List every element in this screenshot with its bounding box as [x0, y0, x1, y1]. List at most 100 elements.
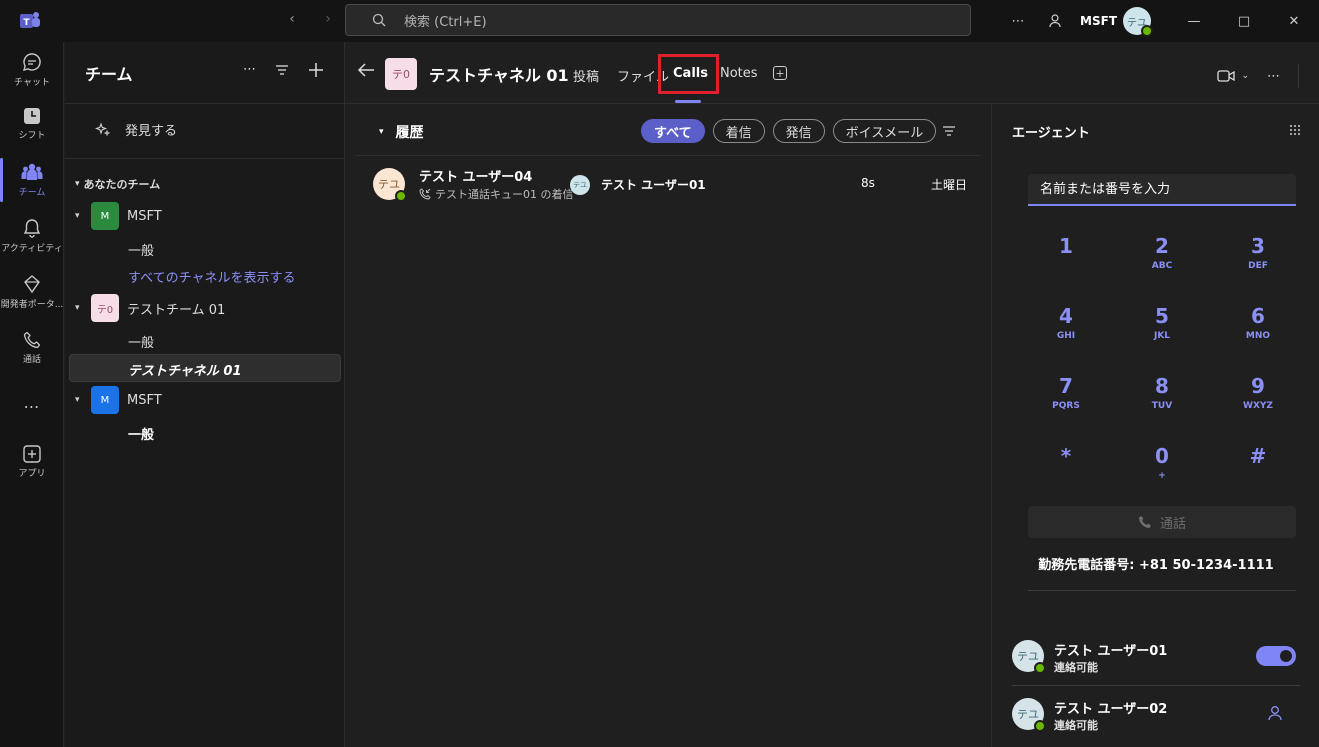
dialpad-icon[interactable]: [1289, 124, 1301, 136]
history-toggle[interactable]: ▾ 履歴: [379, 122, 424, 142]
phone-icon: [23, 331, 41, 349]
presence-available-icon: [1141, 25, 1153, 37]
dial-key-2[interactable]: 2 ABC: [1132, 234, 1192, 290]
org-name: MSFT: [1080, 14, 1117, 28]
rail-item-activity[interactable]: アクティビティ: [0, 210, 64, 262]
filter-icon[interactable]: [941, 124, 957, 138]
teams-more-icon[interactable]: ⋯: [243, 62, 256, 78]
rail-item-chat[interactable]: チャット: [0, 44, 64, 96]
dial-key-0[interactable]: 0 +: [1132, 444, 1192, 500]
tab-posts[interactable]: 投稿: [573, 66, 599, 85]
call-history-row[interactable]: テユ テスト ユーザー04 テスト通話キュー01 の着信 テユ テスト ユーザー…: [355, 156, 981, 208]
tab-notes[interactable]: Notes: [720, 66, 758, 81]
clock-icon: [24, 108, 40, 124]
dial-key-hash[interactable]: #: [1228, 444, 1288, 500]
agent-name: テスト ユーザー02: [1054, 702, 1168, 717]
key-digit: 3: [1251, 234, 1265, 258]
search-input[interactable]: 検索 (Ctrl+E): [345, 4, 971, 36]
forward-nav-icon[interactable]: ›: [318, 11, 338, 27]
dial-key-8[interactable]: 8 TUV: [1132, 374, 1192, 430]
add-tab-icon[interactable]: +: [773, 66, 787, 80]
team-name: テストチーム 01: [127, 302, 226, 318]
filter-outgoing[interactable]: 発信: [772, 119, 825, 143]
key-digit: 4: [1059, 304, 1073, 328]
agent-item: テユ テスト ユーザー01 連絡可能: [1012, 628, 1300, 684]
caret-down-icon: ▾: [379, 127, 384, 137]
key-digit: 7: [1059, 374, 1073, 398]
search-placeholder: 検索 (Ctrl+E): [404, 14, 487, 30]
dial-key-7[interactable]: 7 PQRS: [1036, 374, 1096, 430]
rail-item-calls[interactable]: 通話: [0, 322, 64, 374]
channel-title: テストチャネル 01: [429, 66, 569, 85]
dial-key-1[interactable]: 1: [1036, 234, 1096, 290]
rail-item-developer-portal[interactable]: 開発者ポータ...: [0, 266, 64, 318]
caret-down-icon: ▾: [75, 303, 80, 313]
your-teams-section[interactable]: ▾ あなたのチーム: [75, 176, 160, 192]
header-more-icon[interactable]: ⋯: [1267, 69, 1280, 84]
call-history: ▾ 履歴 すべて 着信 発信 ボイスメール テユ テスト ユーザー04 テスト通…: [355, 104, 981, 747]
channel-item[interactable]: 一般: [128, 240, 154, 259]
caret-down-icon: ▾: [75, 179, 80, 189]
filter-incoming[interactable]: 着信: [712, 119, 765, 143]
rail-label: シフト: [18, 131, 46, 141]
caller-initials: テユ: [378, 178, 400, 191]
video-call-button[interactable]: ⌄: [1217, 69, 1249, 83]
key-digit: 6: [1251, 304, 1265, 328]
rail-label: 開発者ポータ...: [0, 300, 64, 310]
add-app-icon: [23, 445, 41, 463]
key-letters: DEF: [1248, 261, 1268, 271]
filter-icon[interactable]: [274, 62, 290, 78]
rail-more-icon[interactable]: ⋯: [0, 380, 64, 432]
dial-key-6[interactable]: 6 MNO: [1228, 304, 1288, 360]
key-digit: *: [1060, 444, 1072, 468]
dial-key-4[interactable]: 4 GHI: [1036, 304, 1096, 360]
key-digit: 9: [1251, 374, 1265, 398]
agent-initials: テユ: [1017, 708, 1039, 721]
key-digit: #: [1249, 444, 1267, 468]
portal-icon: [24, 275, 40, 294]
show-all-channels-link[interactable]: すべてのチャネルを表示する: [128, 267, 295, 286]
people-icon[interactable]: [1042, 13, 1070, 29]
team-item-test-team-01[interactable]: ▾ テ0 テストチーム 01: [75, 294, 225, 322]
rail-item-teams[interactable]: チーム: [0, 154, 64, 206]
dial-key-5[interactable]: 5 JKL: [1132, 304, 1192, 360]
filter-all[interactable]: すべて: [641, 119, 705, 143]
channel-item[interactable]: 一般: [128, 424, 154, 443]
search-icon: [372, 13, 386, 27]
availability-toggle[interactable]: [1256, 646, 1296, 666]
rail-item-apps[interactable]: アプリ: [0, 436, 64, 488]
add-icon[interactable]: [308, 62, 324, 78]
channel-item[interactable]: 一般: [128, 332, 154, 351]
person-icon[interactable]: [1266, 704, 1284, 722]
caller-name: テスト ユーザー04: [419, 170, 533, 185]
team-avatar: M: [91, 386, 119, 414]
discover-button[interactable]: 発見する: [95, 120, 177, 139]
filter-voicemail[interactable]: ボイスメール: [832, 119, 937, 143]
key-letters: GHI: [1056, 331, 1076, 341]
dial-key-9[interactable]: 9 WXYZ: [1228, 374, 1288, 430]
back-nav-icon[interactable]: ‹: [282, 11, 302, 27]
dial-key-3[interactable]: 3 DEF: [1228, 234, 1288, 290]
back-arrow-icon[interactable]: [357, 62, 375, 82]
call-button-label: 通話: [1159, 516, 1186, 532]
agent-panel: エージェント 1 2ABC 3DEF 4GHI 5JKL 6MNO 7PQRS …: [991, 104, 1319, 747]
dial-key-star[interactable]: *: [1036, 444, 1096, 500]
user-avatar[interactable]: テユ: [1123, 7, 1153, 37]
team-item-msft-2[interactable]: ▾ M MSFT: [75, 386, 162, 414]
channel-avatar: テ0: [385, 58, 417, 90]
name-or-number-input[interactable]: [1028, 174, 1296, 206]
presence-available-icon: [395, 190, 407, 202]
key-letters: JKL: [1153, 331, 1171, 341]
key-letters: TUV: [1151, 401, 1173, 411]
caller-avatar: テユ: [373, 168, 407, 202]
more-options-icon[interactable]: ⋯: [1004, 14, 1032, 29]
rail-label: チャット: [14, 78, 50, 88]
channel-item-active[interactable]: テストチャネル 01: [128, 360, 242, 379]
minimize-icon[interactable]: —: [1169, 0, 1219, 42]
call-button[interactable]: 通話: [1028, 506, 1296, 538]
team-item-msft-1[interactable]: ▾ M MSFT: [75, 202, 162, 230]
agent-name: テスト ユーザー01: [601, 178, 706, 192]
rail-item-shifts[interactable]: シフト: [0, 98, 64, 150]
close-icon[interactable]: ✕: [1269, 0, 1319, 42]
maximize-icon[interactable]: □: [1219, 0, 1269, 42]
